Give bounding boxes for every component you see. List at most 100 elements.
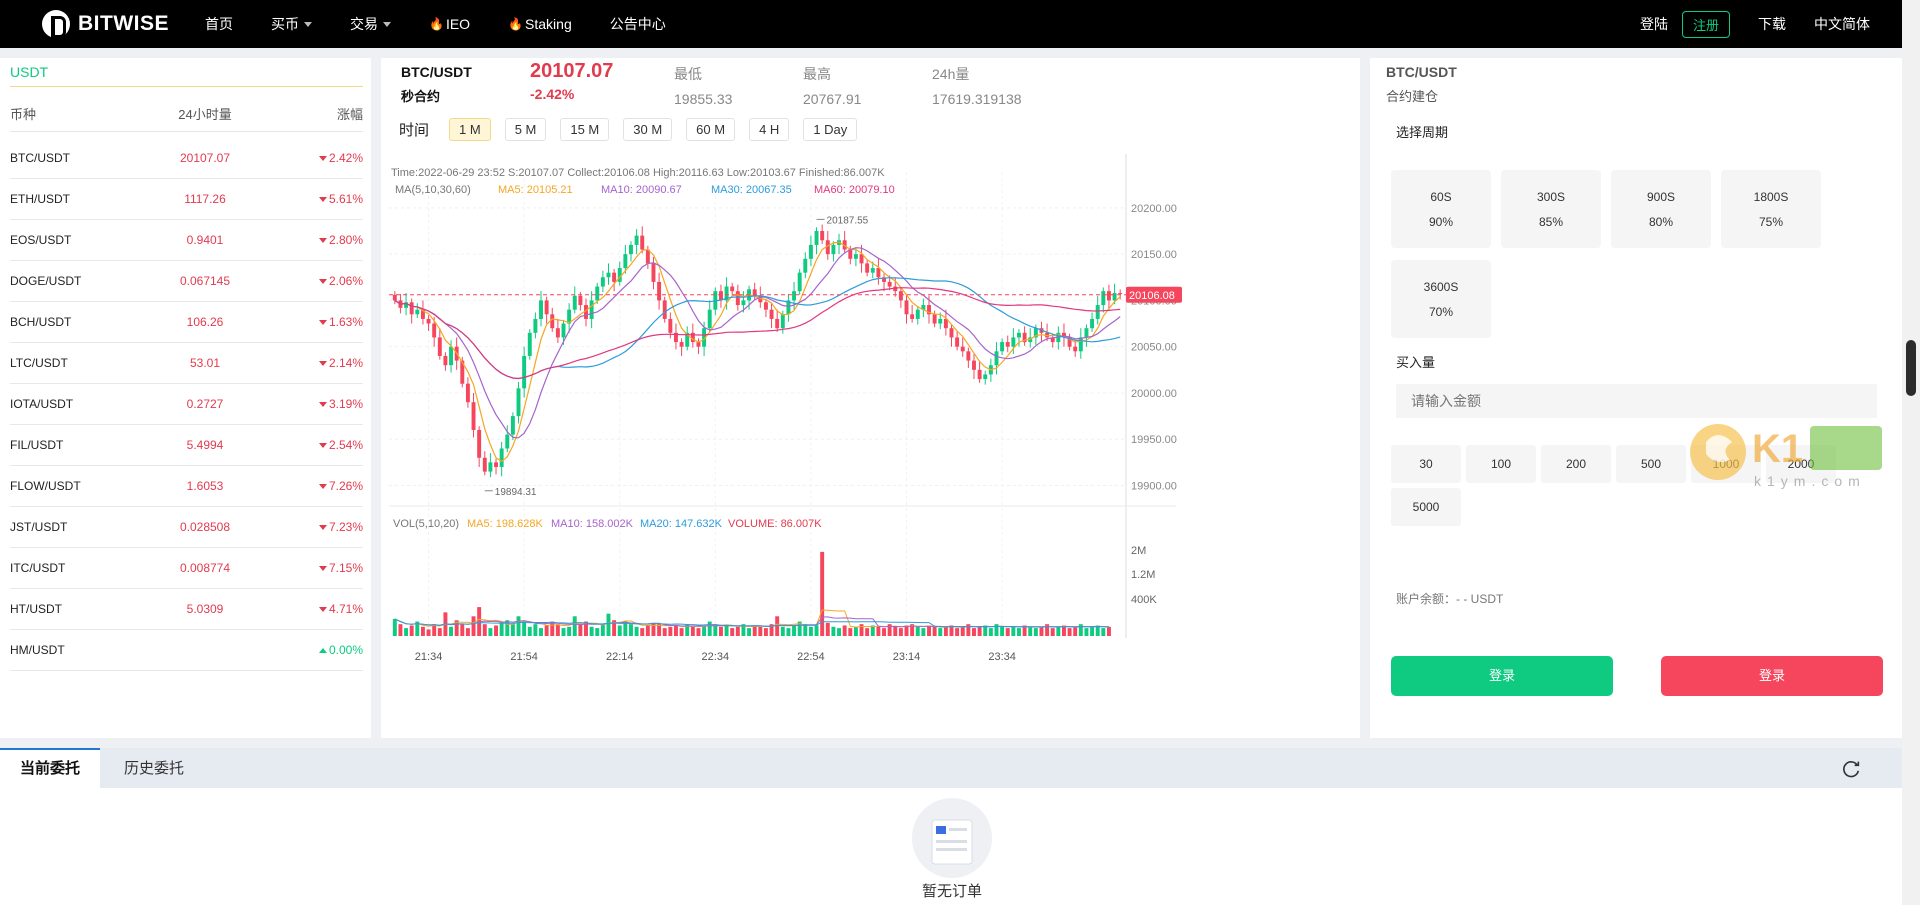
volume-bar [510,624,515,636]
candle-body [696,342,701,347]
logo[interactable]: BITWISE [42,10,192,38]
amount-preset[interactable]: 200 [1541,445,1611,483]
tab-current-orders[interactable]: 当前委托 [0,748,101,788]
candle-body [477,429,482,458]
chart-panel: BTC/USDT 秒合约 20107.07 -2.42% 最低 19855.33… [381,58,1360,738]
amount-input[interactable] [1396,384,1877,418]
market-row[interactable]: BTC/USDT 20107.07 2.42% [10,138,363,179]
register-button[interactable]: 注册 [1681,10,1730,38]
x-tick-label: 23:14 [893,651,921,663]
refresh-icon[interactable] [1840,758,1862,780]
volume-bar [758,626,763,636]
volume-bar [460,624,465,636]
volume-bar [527,626,532,636]
market-row[interactable]: FIL/USDT 5.4994 2.54% [10,425,363,466]
period-option[interactable]: 1800S 75% [1721,170,1821,248]
interval-button[interactable]: 15 M [560,118,610,141]
volume-bar [735,626,740,636]
download-link[interactable]: 下载 [1758,14,1786,34]
amount-preset[interactable]: 5000 [1391,488,1461,526]
login-link[interactable]: 登陆 [1640,14,1668,34]
market-pair: BCH/USDT [10,315,72,329]
interval-button[interactable]: 1 Day [803,118,858,141]
candle-body [808,244,813,259]
market-header-row: 币种 24小时量 涨幅 [10,104,363,132]
amount-preset[interactable]: 100 [1466,445,1536,483]
volume-bar [876,626,881,636]
market-row[interactable]: ITC/USDT 0.008774 7.15% [10,548,363,589]
candle-body [392,294,397,301]
market-change-value: 3.19% [328,397,363,411]
period-option[interactable]: 300S 85% [1501,170,1601,248]
candle-body [820,231,825,241]
volume-bar [1017,628,1021,636]
period-time: 3600S [1423,280,1459,294]
interval-button[interactable]: 5 M [504,118,547,141]
scrollbar-thumb[interactable] [1906,340,1916,396]
volume-bar [567,626,572,636]
nav-item-0[interactable]: 首页 [205,14,233,34]
candle-body [426,318,431,324]
candle-body [634,235,639,245]
buy-down-button[interactable]: 登录 [1661,656,1883,696]
nav-item-label: 交易 [350,16,378,32]
nav-item-3[interactable]: 🔥 IEO [429,16,470,32]
market-row[interactable]: FLOW/USDT 1.6053 7.26% [10,466,363,507]
candle-body [662,300,667,319]
interval-button[interactable]: 30 M [623,118,673,141]
market-price: 106.26 [186,315,224,329]
language-select[interactable]: 中文简体 [1814,14,1870,34]
stat-high-value: 20767.91 [803,91,862,107]
page-scrollbar[interactable] [1902,0,1920,905]
nav-item-4[interactable]: 🔥 Staking [508,16,572,32]
period-option[interactable]: 900S 80% [1611,170,1711,248]
ma5-line [394,241,1121,463]
volume-bar [1033,628,1038,636]
market-row[interactable]: BCH/USDT 106.26 1.63% [10,302,363,343]
volume-bar [488,628,493,636]
interval-button[interactable]: 1 M [449,118,491,141]
volume-bar [893,626,898,636]
nav-item-5[interactable]: 公告中心 [610,14,666,34]
volume-bar [814,625,819,636]
tab-history-orders[interactable]: 历史委托 [104,748,204,788]
market-row[interactable]: HM/USDT 0.00% [10,630,363,671]
market-row[interactable]: LTC/USDT 53.01 2.14% [10,343,363,384]
candle-body [561,323,566,338]
market-row[interactable]: DOGE/USDT 0.067145 2.06% [10,261,363,302]
x-tick-label: 23:34 [988,651,1016,663]
interval-button[interactable]: 60 M [686,118,736,141]
volume-bar [988,628,993,636]
market-row[interactable]: ETH/USDT 1117.26 5.61% [10,179,363,220]
market-tab-usdt[interactable]: USDT [10,64,363,87]
stat-low-value: 19855.33 [674,91,733,107]
market-row[interactable]: HT/USDT 5.0309 4.71% [10,589,363,630]
kline-chart[interactable]: 20200.0020150.0020100.0020050.0020000.00… [381,154,1360,738]
period-time: 60S [1430,190,1452,204]
period-label: 选择周期 [1396,125,1449,140]
candle-body [949,328,954,338]
amount-preset[interactable]: 500 [1616,445,1686,483]
volume-bar [707,621,712,636]
period-option[interactable]: 60S 90% [1391,170,1491,248]
candle-body [1118,293,1123,295]
market-change: 5.61% [260,192,363,206]
candle-body [516,388,521,417]
amount-preset[interactable]: 1000 [1691,445,1761,483]
nav-item-1[interactable]: 买币 [271,14,312,34]
volume-bar [870,625,875,636]
market-row[interactable]: EOS/USDT 0.9401 2.80% [10,220,363,261]
ohlc-info-line: Time:2022-06-29 23:52 S:20107.07 Collect… [391,167,885,179]
market-row[interactable]: IOTA/USDT 0.2727 3.19% [10,384,363,425]
period-option[interactable]: 3600S 70% [1391,260,1491,338]
amount-preset[interactable]: 2000 [1766,445,1836,483]
market-row[interactable]: JST/USDT 0.028508 7.23% [10,507,363,548]
volume-bar [522,621,527,636]
volume-bar [617,625,622,636]
nav-item-2[interactable]: 交易 [350,14,391,34]
interval-button[interactable]: 4 H [749,118,790,141]
orders-body: 暂无订单 [0,788,1902,905]
buy-up-button[interactable]: 登录 [1391,656,1613,696]
vol-tick-label: 400K [1131,594,1157,606]
amount-preset[interactable]: 30 [1391,445,1461,483]
